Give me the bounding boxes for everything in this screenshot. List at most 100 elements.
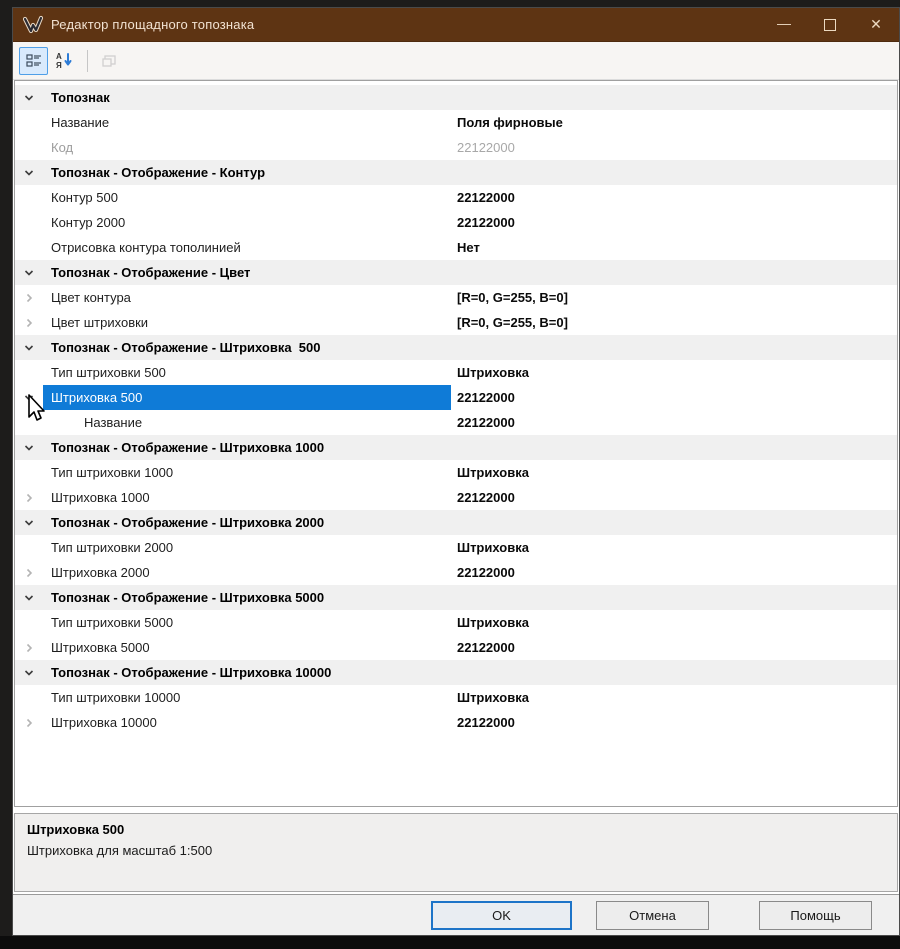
property-value[interactable]: Поля фирновые [451, 110, 897, 135]
row-expander-gutter[interactable] [15, 485, 43, 510]
row-expander-gutter[interactable] [15, 385, 43, 410]
row-expander-gutter[interactable] [15, 435, 43, 460]
category-label[interactable]: Топознак - Отображение - Штриховка 500 [43, 335, 451, 360]
property-row[interactable]: Штриховка 50022122000 [15, 385, 897, 410]
category-row[interactable]: Топознак - Отображение - Штриховка 2000 [15, 510, 897, 535]
category-label[interactable]: Топознак - Отображение - Штриховка 5000 [43, 585, 451, 610]
property-name[interactable]: Название [43, 110, 451, 135]
chevron-down-icon[interactable] [23, 392, 35, 404]
row-expander-gutter[interactable] [15, 335, 43, 360]
property-name[interactable]: Цвет контура [43, 285, 451, 310]
property-row[interactable]: Контур 200022122000 [15, 210, 897, 235]
row-expander-gutter[interactable] [15, 510, 43, 535]
chevron-down-icon[interactable] [23, 442, 35, 454]
chevron-down-icon[interactable] [23, 167, 35, 179]
property-row[interactable]: Цвет штриховки[R=0, G=255, B=0] [15, 310, 897, 335]
category-label[interactable]: Топознак - Отображение - Штриховка 2000 [43, 510, 451, 535]
chevron-right-icon[interactable] [23, 317, 35, 329]
chevron-right-icon[interactable] [23, 492, 35, 504]
minimize-button[interactable]: — [761, 8, 807, 41]
categorized-view-button[interactable] [19, 47, 48, 75]
row-expander-gutter[interactable] [15, 660, 43, 685]
sort-alphabetical-button[interactable]: А Я [50, 47, 79, 75]
row-expander-gutter[interactable] [15, 635, 43, 660]
category-label[interactable]: Топознак - Отображение - Контур [43, 160, 451, 185]
category-label[interactable]: Топознак - Отображение - Штриховка 1000 [43, 435, 451, 460]
ok-button[interactable]: OK [431, 901, 572, 930]
category-row[interactable]: Топознак - Отображение - Штриховка 500 [15, 335, 897, 360]
category-row[interactable]: Топознак - Отображение - Штриховка 10000 [15, 660, 897, 685]
property-value[interactable]: 22122000 [451, 710, 897, 735]
property-name[interactable]: Контур 2000 [43, 210, 451, 235]
property-row[interactable]: Штриховка 500022122000 [15, 635, 897, 660]
property-value[interactable]: [R=0, G=255, B=0] [451, 310, 897, 335]
property-name[interactable]: Отрисовка контура тополинией [43, 235, 451, 260]
property-row[interactable]: Цвет контура[R=0, G=255, B=0] [15, 285, 897, 310]
property-name[interactable]: Штриховка 2000 [43, 560, 451, 585]
chevron-right-icon[interactable] [23, 717, 35, 729]
property-name[interactable]: Тип штриховки 5000 [43, 610, 451, 635]
property-value[interactable]: 22122000 [451, 385, 897, 410]
property-value[interactable]: Штриховка [451, 535, 897, 560]
category-label[interactable]: Топознак - Отображение - Цвет [43, 260, 451, 285]
row-expander-gutter[interactable] [15, 85, 43, 110]
chevron-down-icon[interactable] [23, 592, 35, 604]
property-name[interactable]: Контур 500 [43, 185, 451, 210]
category-row[interactable]: Топознак [15, 85, 897, 110]
help-button[interactable]: Помощь [759, 901, 872, 930]
property-name[interactable]: Штриховка 10000 [43, 710, 451, 735]
property-row[interactable]: Название22122000 [15, 410, 897, 435]
chevron-down-icon[interactable] [23, 92, 35, 104]
property-value[interactable]: Штриховка [451, 610, 897, 635]
property-row[interactable]: Штриховка 100022122000 [15, 485, 897, 510]
property-value[interactable]: 22122000 [451, 210, 897, 235]
row-expander-gutter[interactable] [15, 310, 43, 335]
property-value[interactable]: 22122000 [451, 560, 897, 585]
row-expander-gutter[interactable] [15, 285, 43, 310]
chevron-down-icon[interactable] [23, 342, 35, 354]
property-value[interactable]: [R=0, G=255, B=0] [451, 285, 897, 310]
property-row[interactable]: Штриховка 200022122000 [15, 560, 897, 585]
property-row[interactable]: Контур 50022122000 [15, 185, 897, 210]
property-value[interactable]: Штриховка [451, 460, 897, 485]
property-value[interactable]: Нет [451, 235, 897, 260]
row-expander-gutter[interactable] [15, 710, 43, 735]
property-row[interactable]: Тип штриховки 10000Штриховка [15, 685, 897, 710]
cancel-button[interactable]: Отмена [596, 901, 709, 930]
chevron-right-icon[interactable] [23, 567, 35, 579]
row-expander-gutter[interactable] [15, 560, 43, 585]
property-row[interactable]: Тип штриховки 5000Штриховка [15, 610, 897, 635]
chevron-down-icon[interactable] [23, 267, 35, 279]
category-label[interactable]: Топознак [43, 85, 451, 110]
property-name[interactable]: Тип штриховки 2000 [43, 535, 451, 560]
property-row[interactable]: Штриховка 1000022122000 [15, 710, 897, 735]
category-label[interactable]: Топознак - Отображение - Штриховка 10000 [43, 660, 451, 685]
property-row[interactable]: НазваниеПоля фирновые [15, 110, 897, 135]
property-name[interactable]: Штриховка 1000 [43, 485, 451, 510]
property-name[interactable]: Цвет штриховки [43, 310, 451, 335]
property-value[interactable]: 22122000 [451, 185, 897, 210]
property-row[interactable]: Тип штриховки 1000Штриховка [15, 460, 897, 485]
property-name[interactable]: Штриховка 500 [43, 385, 451, 410]
category-row[interactable]: Топознак - Отображение - Штриховка 1000 [15, 435, 897, 460]
row-expander-gutter[interactable] [15, 260, 43, 285]
property-name[interactable]: Код [43, 135, 451, 160]
maximize-button[interactable] [807, 8, 853, 41]
close-button[interactable]: ✕ [853, 8, 899, 41]
property-name[interactable]: Штриховка 5000 [43, 635, 451, 660]
property-value[interactable]: 22122000 [451, 135, 897, 160]
category-row[interactable]: Топознак - Отображение - Цвет [15, 260, 897, 285]
property-name[interactable]: Тип штриховки 1000 [43, 460, 451, 485]
property-value[interactable]: Штриховка [451, 360, 897, 385]
property-row[interactable]: Код22122000 [15, 135, 897, 160]
chevron-down-icon[interactable] [23, 667, 35, 679]
property-row[interactable]: Отрисовка контура тополиниейНет [15, 235, 897, 260]
property-row[interactable]: Тип штриховки 500Штриховка [15, 360, 897, 385]
property-name[interactable]: Название [43, 410, 451, 435]
property-name[interactable]: Тип штриховки 10000 [43, 685, 451, 710]
category-row[interactable]: Топознак - Отображение - Штриховка 5000 [15, 585, 897, 610]
row-expander-gutter[interactable] [15, 160, 43, 185]
property-value[interactable]: 22122000 [451, 485, 897, 510]
category-row[interactable]: Топознак - Отображение - Контур [15, 160, 897, 185]
chevron-right-icon[interactable] [23, 292, 35, 304]
